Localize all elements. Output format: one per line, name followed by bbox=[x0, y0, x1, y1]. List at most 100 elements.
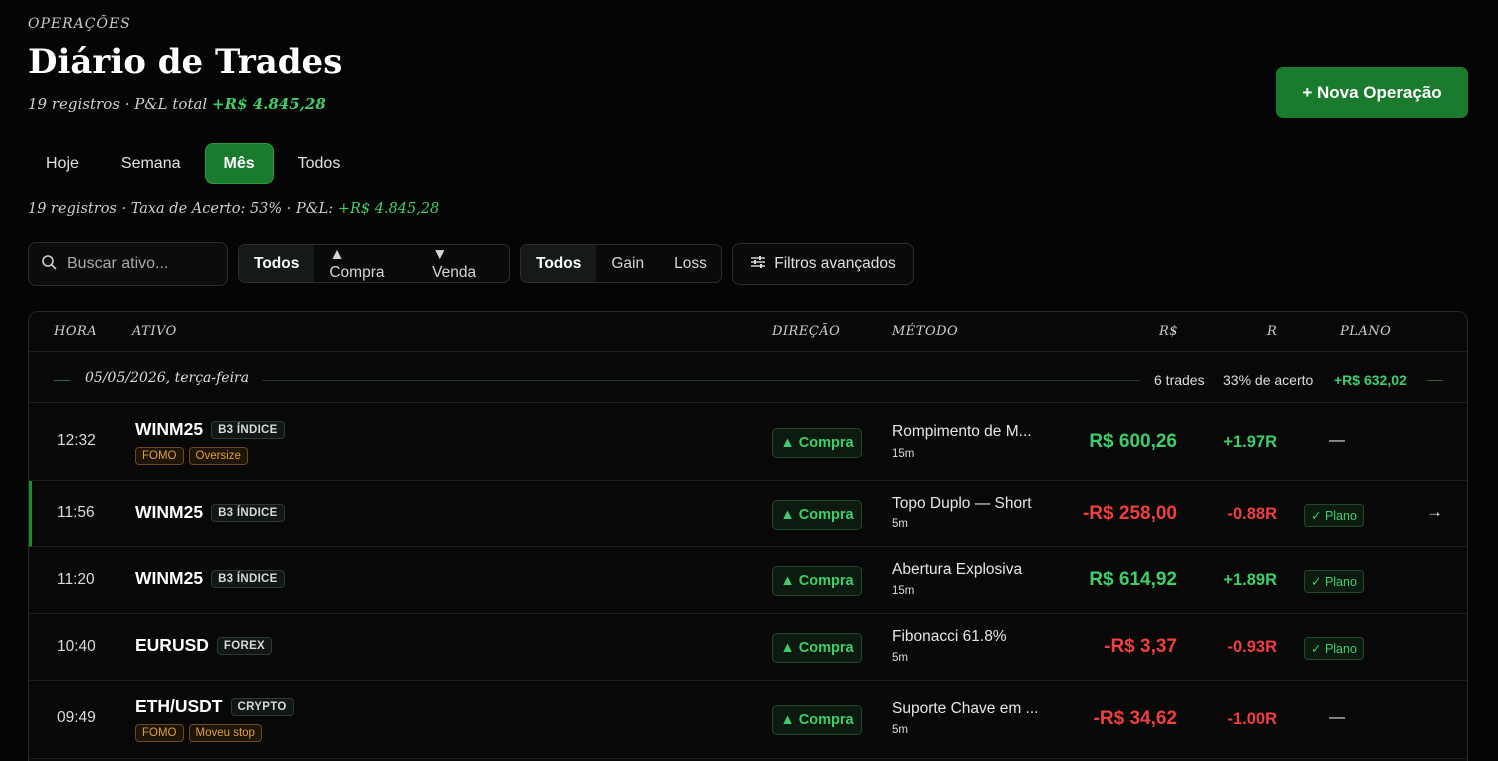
asset-line: WINM25 B3 ÍNDICE bbox=[135, 502, 285, 523]
tab-mes[interactable]: Mês bbox=[204, 143, 274, 184]
result-filter: Todos Gain Loss bbox=[520, 244, 722, 283]
direction-label: Compra bbox=[798, 507, 854, 523]
trade-time: 12:32 bbox=[57, 432, 96, 449]
r-multiple: -0.93R bbox=[1227, 638, 1277, 656]
direction-label: Compra bbox=[798, 712, 854, 728]
trades-table: HORA ATIVO DIREÇÃO MÉTODO R$ R PLANO 05/… bbox=[28, 311, 1468, 761]
asset-line: ETH/USDT CRYPTO bbox=[135, 696, 294, 717]
col-direcao: DIREÇÃO bbox=[772, 324, 841, 339]
asset-line: WINM25 B3 ÍNDICE bbox=[135, 568, 285, 589]
period-summary: 19 registros · Taxa de Acerto: 53% · P&L… bbox=[28, 201, 439, 217]
pnl-value: R$ 600,26 bbox=[1089, 431, 1177, 452]
direction-badge: ▲ Compra bbox=[772, 500, 862, 530]
page-subtitle: 19 registros · P&L total +R$ 4.845,28 bbox=[28, 95, 326, 113]
pnl-value: R$ 614,92 bbox=[1089, 569, 1177, 590]
trade-time: 10:40 bbox=[57, 638, 96, 655]
asset-symbol: WINM25 bbox=[135, 502, 204, 522]
result-filter-loss[interactable]: Loss bbox=[659, 245, 721, 282]
col-r: R bbox=[1267, 324, 1278, 339]
group-accuracy: 33% de acerto bbox=[1223, 372, 1314, 388]
tag-fomo: FOMO bbox=[135, 724, 184, 742]
pnl-value: -R$ 258,00 bbox=[1082, 503, 1177, 524]
table-row[interactable]: 09:49 ETH/USDT CRYPTO FOMO Moveu stop ▲ C… bbox=[29, 681, 1467, 759]
pnl-value: -R$ 34,62 bbox=[1093, 708, 1177, 729]
market-badge: CRYPTO bbox=[230, 697, 294, 716]
col-metodo: MÉTODO bbox=[892, 324, 959, 339]
plan-badge: ✓ Plano bbox=[1304, 504, 1364, 527]
asset-line: WINM25 B3 ÍNDICE bbox=[135, 419, 285, 440]
trade-time: 11:20 bbox=[57, 571, 95, 588]
method-name: Abertura Explosiva bbox=[892, 561, 1023, 578]
r-multiple: +1.97R bbox=[1223, 433, 1277, 451]
search-input[interactable] bbox=[67, 255, 207, 273]
table-row[interactable]: 11:56 WINM25 B3 ÍNDICE ▲ Compra Topo Dupl… bbox=[29, 481, 1467, 547]
group-trade-count: 6 trades bbox=[1154, 372, 1205, 388]
tab-semana[interactable]: Semana bbox=[103, 143, 199, 184]
col-plano: PLANO bbox=[1340, 324, 1392, 339]
col-hora: HORA bbox=[54, 324, 98, 339]
record-count-text: 19 registros · P&L total bbox=[28, 95, 212, 113]
tab-todos[interactable]: Todos bbox=[280, 143, 359, 184]
new-operation-button[interactable]: + Nova Operação bbox=[1276, 67, 1468, 118]
asset-symbol: EURUSD bbox=[135, 635, 209, 655]
result-filter-gain[interactable]: Gain bbox=[596, 245, 659, 282]
table-row[interactable]: 12:32 WINM25 B3 ÍNDICE FOMO Oversize ▲ Co… bbox=[29, 403, 1467, 481]
method-name: Suporte Chave em ... bbox=[892, 700, 1039, 717]
tag-list: FOMO Moveu stop bbox=[135, 724, 262, 742]
trade-time: 09:49 bbox=[57, 709, 96, 726]
method-name: Fibonacci 61.8% bbox=[892, 628, 1007, 645]
page-eyebrow: OPERAÇÕES bbox=[28, 16, 131, 32]
market-badge: B3 ÍNDICE bbox=[211, 420, 285, 439]
direction-filter-compra[interactable]: ▲ Compra bbox=[314, 245, 417, 282]
table-row[interactable]: 10:40 EURUSD FOREX ▲ Compra Fibonacci 61.… bbox=[29, 614, 1467, 681]
group-dash-left bbox=[54, 380, 70, 381]
tag-list: FOMO Oversize bbox=[135, 447, 248, 465]
market-badge: B3 ÍNDICE bbox=[211, 569, 285, 588]
timeframe: 5m bbox=[892, 518, 908, 530]
method-name: Topo Duplo — Short bbox=[892, 495, 1032, 512]
tag-oversize: Oversize bbox=[188, 447, 248, 465]
plan-empty: — bbox=[1329, 709, 1345, 726]
plan-badge: ✓ Plano bbox=[1304, 637, 1364, 660]
r-multiple: -0.88R bbox=[1227, 505, 1277, 523]
triangle-up-icon: ▲ bbox=[780, 640, 795, 656]
summary-pnl: +R$ 4.845,28 bbox=[337, 201, 440, 217]
direction-filter-todos[interactable]: Todos bbox=[239, 245, 315, 282]
timeframe: 5m bbox=[892, 724, 908, 736]
r-multiple: +1.89R bbox=[1223, 571, 1277, 589]
market-badge: FOREX bbox=[216, 636, 273, 655]
market-badge: B3 ÍNDICE bbox=[211, 503, 285, 522]
direction-badge: ▲ Compra bbox=[772, 566, 862, 596]
group-dash-right bbox=[1427, 380, 1443, 381]
total-pnl: +R$ 4.845,28 bbox=[212, 95, 326, 113]
search-icon bbox=[41, 254, 57, 275]
tag-moveu-stop: Moveu stop bbox=[188, 724, 262, 742]
pnl-value: -R$ 3,37 bbox=[1104, 636, 1177, 657]
timeframe: 5m bbox=[892, 652, 908, 664]
group-divider bbox=[262, 380, 1140, 381]
result-filter-todos[interactable]: Todos bbox=[521, 245, 597, 282]
r-multiple: -1.00R bbox=[1227, 710, 1277, 728]
date-group-header[interactable]: 05/05/2026, terça-feira 6 trades 33% de … bbox=[29, 352, 1467, 403]
timeframe: 15m bbox=[892, 448, 915, 460]
page-title: Diário de Trades bbox=[28, 42, 343, 82]
direction-badge: ▲ Compra bbox=[772, 428, 862, 458]
search-box[interactable] bbox=[28, 242, 228, 286]
plan-badge: ✓ Plano bbox=[1304, 570, 1364, 593]
direction-filter: Todos ▲ Compra ▼ Venda bbox=[238, 244, 510, 283]
direction-filter-venda[interactable]: ▼ Venda bbox=[417, 245, 509, 282]
direction-badge: ▲ Compra bbox=[772, 633, 862, 663]
group-date: 05/05/2026, terça-feira bbox=[85, 370, 250, 386]
advanced-filters-button[interactable]: Filtros avançados bbox=[732, 243, 914, 285]
advanced-filters-label: Filtros avançados bbox=[774, 255, 896, 272]
sliders-icon bbox=[750, 255, 766, 274]
tab-hoje[interactable]: Hoje bbox=[28, 143, 97, 184]
period-tabs: Hoje Semana Mês Todos bbox=[28, 143, 358, 184]
triangle-up-icon: ▲ bbox=[780, 573, 795, 589]
summary-text: 19 registros · Taxa de Acerto: 53% · P&L… bbox=[28, 201, 338, 217]
trade-time: 11:56 bbox=[57, 504, 95, 521]
table-row[interactable]: 11:20 WINM25 B3 ÍNDICE ▲ Compra Abertura … bbox=[29, 547, 1467, 614]
arrow-right-icon[interactable]: → bbox=[1426, 502, 1443, 522]
table-header: HORA ATIVO DIREÇÃO MÉTODO R$ R PLANO bbox=[29, 312, 1467, 352]
timeframe: 15m bbox=[892, 585, 915, 597]
